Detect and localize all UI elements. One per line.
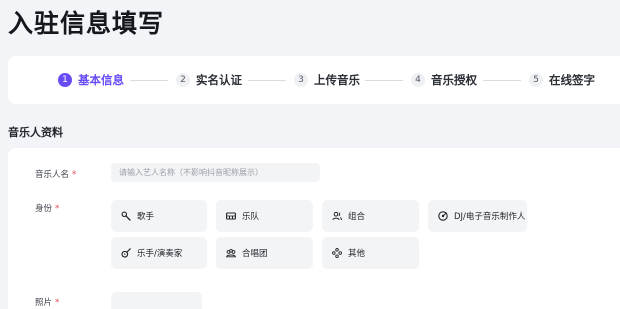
- step-connector: [130, 80, 168, 81]
- photo-upload[interactable]: [111, 292, 202, 309]
- group-icon: [332, 211, 342, 221]
- musician-name-input[interactable]: [111, 163, 320, 182]
- step-connector: [365, 80, 403, 81]
- step-number: 1: [58, 73, 72, 87]
- step-label: 在线签字: [549, 73, 595, 87]
- label-text: 照片: [35, 298, 53, 308]
- step-basic-info[interactable]: 1 基本信息: [58, 72, 124, 88]
- option-label: DJ/电子音乐制作人: [454, 212, 526, 222]
- option-label: 乐手/演奏家: [137, 249, 183, 259]
- identity-option-singer[interactable]: 歌手: [111, 200, 207, 232]
- identity-option-dj-producer[interactable]: DJ/电子音乐制作人: [428, 200, 527, 232]
- photo-label: 照片 *: [35, 296, 59, 308]
- label-text: 音乐人名: [35, 170, 70, 180]
- step-number: 3: [294, 73, 308, 87]
- step-label: 基本信息: [78, 73, 124, 87]
- step-music-license[interactable]: 4 音乐授权: [411, 72, 477, 88]
- keyboard-icon: [226, 211, 236, 221]
- option-label: 乐队: [242, 212, 260, 222]
- identity-option-group[interactable]: 组合: [322, 200, 419, 232]
- step-upload-music[interactable]: 3 上传音乐: [294, 72, 360, 88]
- step-label: 音乐授权: [431, 73, 477, 87]
- more-icon: [332, 248, 342, 258]
- choir-icon: [226, 248, 236, 258]
- microphone-icon: [121, 211, 131, 221]
- musician-profile-form: 音乐人名* 身份* 歌手 乐队 组合: [8, 148, 620, 309]
- required-mark: *: [55, 204, 60, 214]
- identity-option-other[interactable]: 其他: [322, 237, 419, 269]
- step-number: 4: [411, 73, 425, 87]
- option-label: 歌手: [137, 212, 155, 222]
- identity-label: 身份 *: [35, 202, 59, 214]
- musician-name-label: 音乐人名 *: [35, 168, 76, 180]
- identity-option-musician-performer[interactable]: 乐手/演奏家: [111, 237, 207, 269]
- identity-option-band[interactable]: 乐队: [216, 200, 313, 232]
- step-number: 5: [529, 73, 543, 87]
- page: 入驻信息填写 1 基本信息 2 实名认证 3 上传音乐 4 音乐授权 5 在线签…: [0, 0, 620, 309]
- step-label: 实名认证: [196, 73, 242, 87]
- page-title: 入驻信息填写: [8, 9, 165, 38]
- step-label: 上传音乐: [314, 73, 360, 87]
- identity-option-choir[interactable]: 合唱团: [216, 237, 313, 269]
- option-label: 其他: [348, 249, 366, 259]
- option-label: 合唱团: [242, 249, 268, 259]
- step-connector: [483, 80, 521, 81]
- vinyl-disc-icon: [438, 211, 448, 221]
- label-text: 身份: [35, 204, 53, 214]
- step-real-name-auth[interactable]: 2 实名认证: [176, 72, 242, 88]
- section-title: 音乐人资料: [8, 126, 63, 139]
- step-online-signature[interactable]: 5 在线签字: [529, 72, 595, 88]
- guitar-icon: [121, 248, 131, 258]
- option-label: 组合: [348, 212, 366, 222]
- required-mark: *: [72, 170, 77, 180]
- required-mark: *: [55, 298, 60, 308]
- step-connector: [248, 80, 286, 81]
- steps-bar: 1 基本信息 2 实名认证 3 上传音乐 4 音乐授权 5 在线签字: [8, 56, 620, 104]
- step-number: 2: [176, 73, 190, 87]
